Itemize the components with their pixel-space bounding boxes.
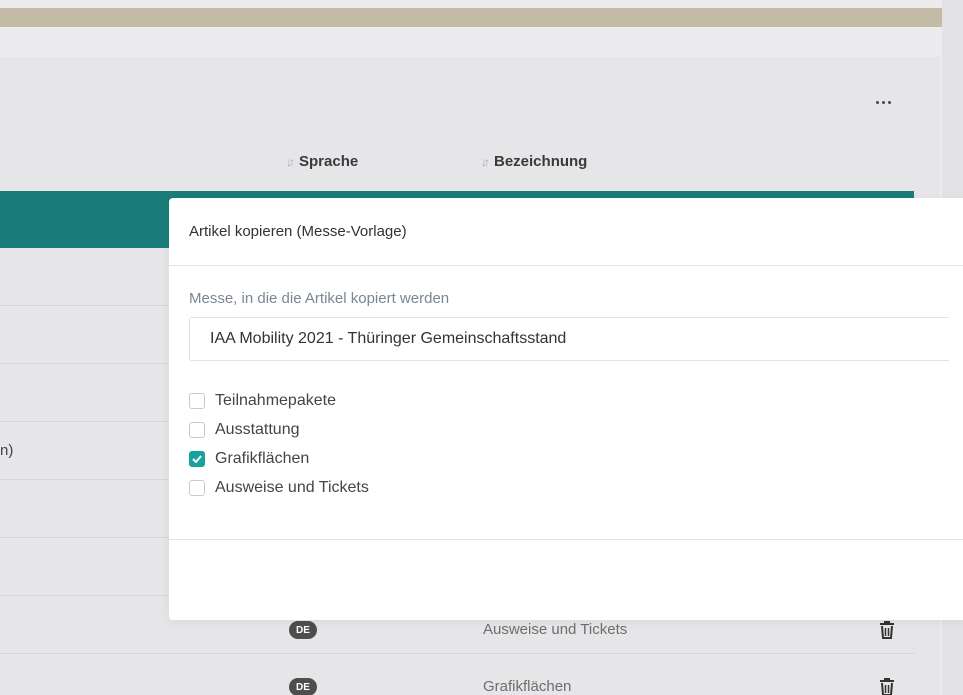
column-header-label: Bezeichnung xyxy=(494,153,588,170)
checkbox-ausweise-tickets[interactable]: Ausweise und Tickets xyxy=(189,473,949,502)
target-fair-label: Messe, in die die Artikel kopiert werden xyxy=(189,290,450,307)
checkbox[interactable] xyxy=(189,450,205,467)
modal-footer-divider xyxy=(169,539,963,540)
checkbox[interactable] xyxy=(189,392,205,409)
row-text-fragment: n) xyxy=(0,442,14,459)
trash-icon[interactable] xyxy=(878,677,896,695)
modal-header: Artikel kopieren (Messe-Vorlage) xyxy=(169,198,963,266)
language-badge: DE xyxy=(289,621,317,639)
row-name: Grafikflächen xyxy=(483,678,572,695)
checkbox[interactable] xyxy=(189,479,205,496)
checkbox-label: Grafikflächen xyxy=(215,449,310,467)
sort-icon: ↓↑ xyxy=(286,154,295,169)
category-checkboxes: Teilnahmepakete Ausstattung Grafikfläche… xyxy=(189,386,949,502)
checkbox-teilnahmepakete[interactable]: Teilnahmepakete xyxy=(189,386,949,415)
checkbox-label: Ausstattung xyxy=(215,420,300,438)
table-row[interactable] xyxy=(0,654,914,695)
modal-title: Artikel kopieren (Messe-Vorlage) xyxy=(189,223,407,240)
trash-icon[interactable] xyxy=(878,620,896,640)
checkbox-ausstattung[interactable]: Ausstattung xyxy=(189,415,949,444)
checkbox[interactable] xyxy=(189,421,205,438)
checkbox-grafikflaechen[interactable]: Grafikflächen xyxy=(189,444,949,473)
column-header-bezeichnung[interactable]: ↓↑ Bezeichnung xyxy=(481,153,587,170)
language-badge: DE xyxy=(289,678,317,695)
top-banner xyxy=(0,8,942,27)
row-name: Ausweise und Tickets xyxy=(483,621,628,638)
column-header-sprache[interactable]: ↓↑ Sprache xyxy=(286,153,358,170)
more-icon[interactable] xyxy=(876,94,898,110)
target-fair-select[interactable]: IAA Mobility 2021 - Thüringer Gemeinscha… xyxy=(189,317,949,361)
checkbox-label: Teilnahmepakete xyxy=(215,391,336,409)
column-header-label: Sprache xyxy=(299,153,359,170)
modal-body: Messe, in die die Artikel kopiert werden… xyxy=(169,266,963,502)
target-fair-value: IAA Mobility 2021 - Thüringer Gemeinscha… xyxy=(210,330,567,347)
check-icon xyxy=(192,454,202,463)
sort-icon: ↓↑ xyxy=(481,154,490,169)
copy-articles-modal: Artikel kopieren (Messe-Vorlage) Messe, … xyxy=(169,198,963,620)
checkbox-label: Ausweise und Tickets xyxy=(215,478,369,496)
